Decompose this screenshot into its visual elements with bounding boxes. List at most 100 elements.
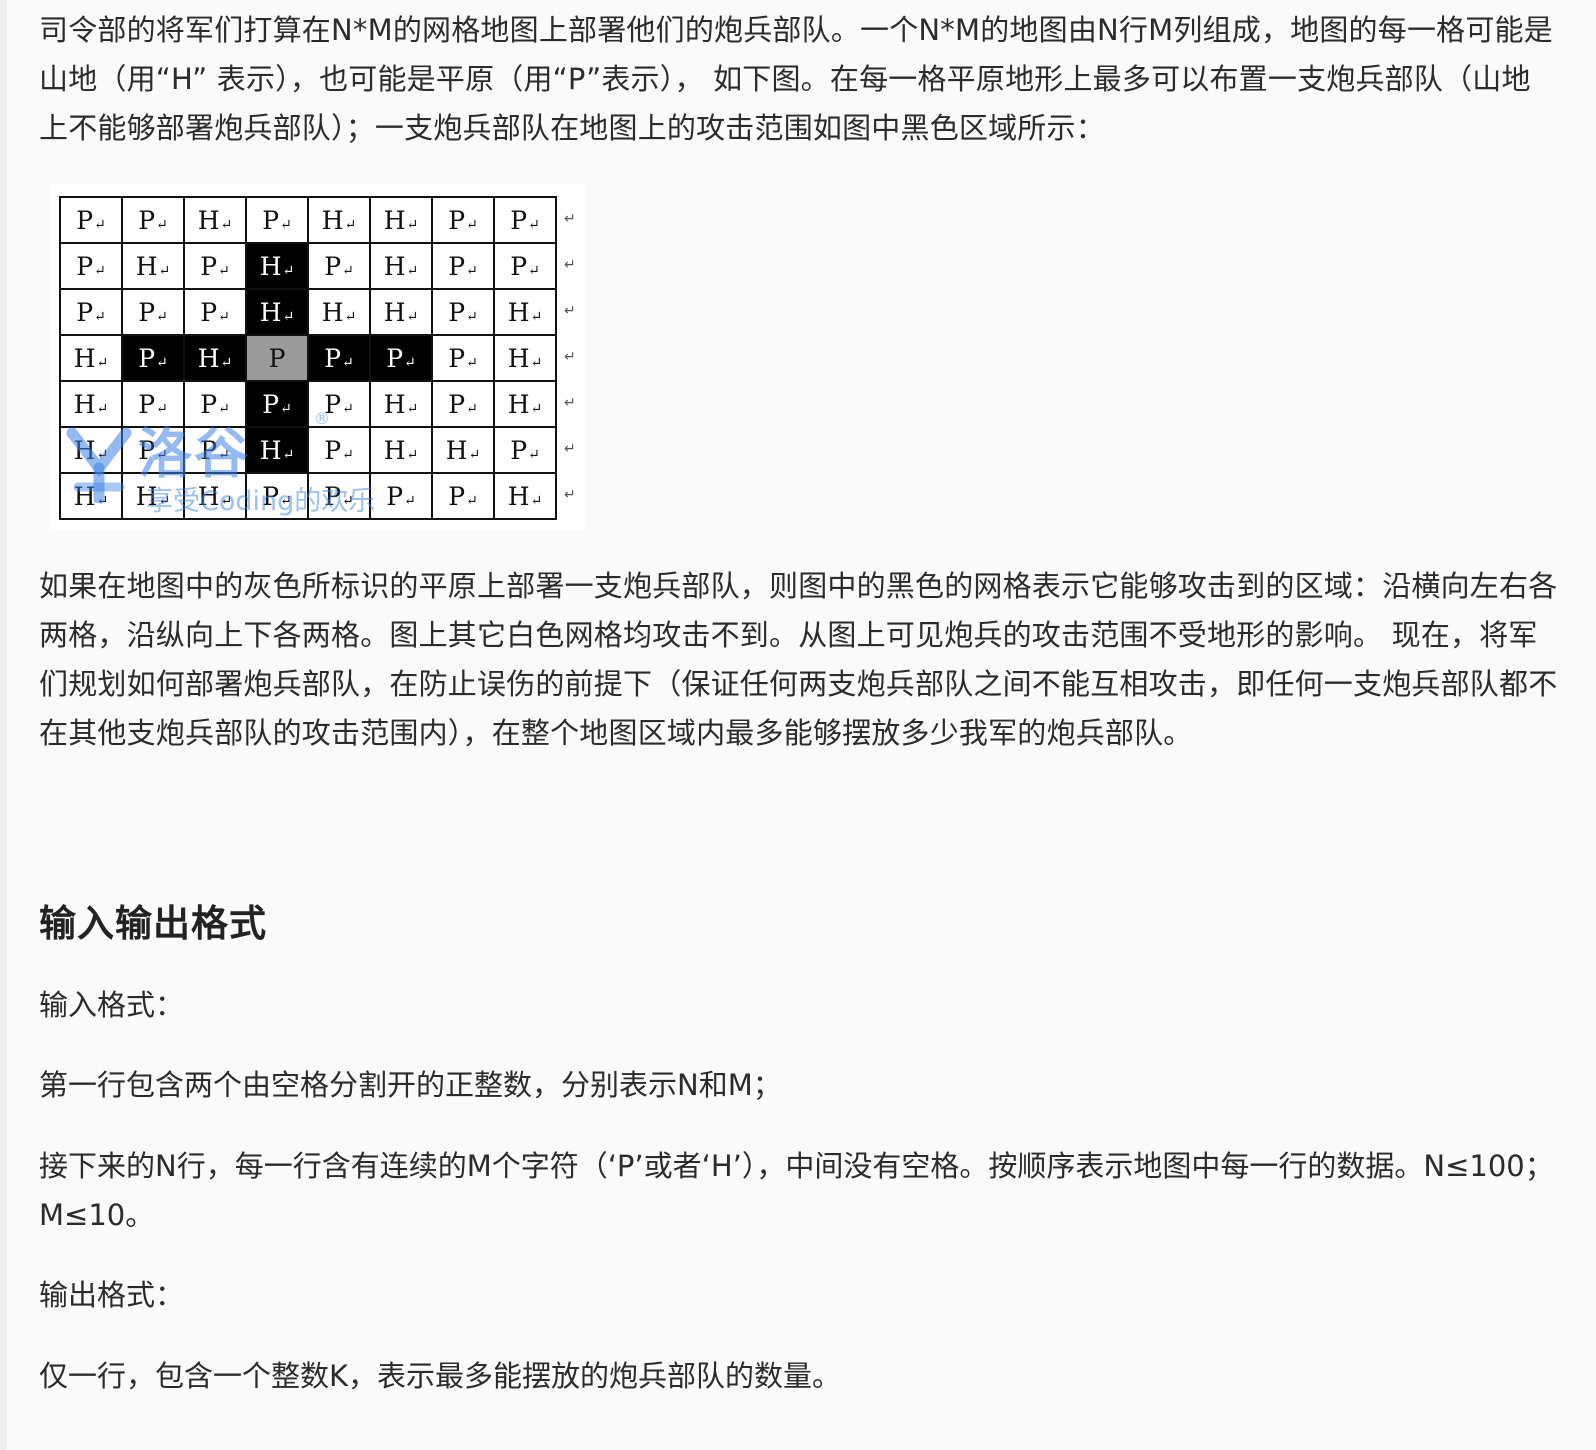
grid-cell: H↵: [431, 426, 495, 474]
grid-cell: H↵: [307, 288, 371, 336]
problem-description: 司令部的将军们打算在N*M的网格地图上部署他们的炮兵部队。一个N*M的地图由N行…: [39, 6, 1559, 153]
cell-terrain-letter: H: [135, 481, 158, 511]
grid-cell: P↵: [183, 380, 247, 428]
return-mark-icon: ↵: [156, 400, 168, 417]
return-mark-icon: ↵: [218, 262, 230, 279]
grid-cell: H↵: [121, 242, 185, 290]
cell-terrain-letter: P: [76, 297, 94, 327]
return-mark-icon: ↵: [218, 446, 230, 463]
grid-cell: P↵: [121, 380, 185, 428]
grid-cell-attack-range: H↵: [183, 334, 247, 382]
grid-cell: P↵: [493, 426, 557, 474]
return-mark-icon: ↵: [156, 354, 168, 371]
cell-terrain-letter: H: [197, 343, 220, 373]
grid-cell: P↵: [121, 288, 185, 336]
grid-cell: P↵: [245, 196, 309, 244]
grid-cell: P↵: [493, 196, 557, 244]
grid-cell: P↵: [431, 288, 495, 336]
row-return-mark-icon: ↵: [564, 257, 576, 273]
cell-terrain-letter: P: [138, 297, 156, 327]
grid-cell-attack-range: H↵: [245, 288, 309, 336]
grid-cell: P↵: [59, 196, 123, 244]
cell-terrain-letter: P: [324, 481, 342, 511]
return-mark-icon: ↵: [280, 216, 292, 233]
grid-cell: P↵: [307, 380, 371, 428]
return-mark-icon: ↵: [406, 216, 419, 233]
return-mark-icon: ↵: [94, 262, 106, 279]
return-mark-icon: ↵: [344, 308, 357, 325]
return-mark-icon: ↵: [466, 354, 478, 371]
output-format-label: 输出格式：: [39, 1278, 185, 1312]
cell-terrain-letter: P: [510, 435, 528, 465]
cell-terrain-letter: P: [448, 343, 466, 373]
grid-cell-attack-range: P↵: [121, 334, 185, 382]
return-mark-icon: ↵: [342, 354, 354, 371]
return-mark-icon: ↵: [406, 308, 419, 325]
grid-cell: P↵: [431, 380, 495, 428]
grid-cell: H↵: [493, 472, 557, 520]
return-mark-icon: ↵: [530, 308, 543, 325]
grid-cell: H↵: [59, 426, 123, 474]
return-mark-icon: ↵: [96, 400, 109, 417]
grid-cell: H↵: [59, 334, 123, 382]
cell-terrain-letter: P: [200, 251, 218, 281]
return-mark-icon: ↵: [282, 446, 295, 463]
terrain-grid: P↵ P↵ H↵ P↵ H↵ H↵ P↵ P↵ P↵ H↵ P↵ H↵ P↵ H↵ P↵ P↵ P↵ P↵ P↵ H↵…: [59, 196, 557, 520]
cell-terrain-letter: H: [507, 343, 530, 373]
cell-terrain-letter: P: [448, 297, 466, 327]
row-return-mark-icon: ↵: [564, 395, 576, 411]
return-mark-icon: ↵: [404, 492, 416, 509]
output-line-1: 仅一行，包含一个整数K，表示最多能摆放的炮兵部队的数量。: [39, 1359, 842, 1393]
grid-cell: P↵: [121, 196, 185, 244]
return-mark-icon: ↵: [158, 492, 171, 509]
io-format-heading: 输入输出格式: [39, 902, 267, 945]
cell-terrain-letter: P: [138, 343, 156, 373]
problem-page: 司令部的将军们打算在N*M的网格地图上部署他们的炮兵部队。一个N*M的地图由N行…: [7, 0, 1596, 1450]
grid-cell: H↵: [59, 472, 123, 520]
return-mark-icon: ↵: [466, 216, 478, 233]
return-mark-icon: ↵: [220, 216, 233, 233]
grid-cell: H↵: [369, 426, 433, 474]
cell-terrain-letter: H: [259, 251, 282, 281]
return-mark-icon: ↵: [158, 262, 171, 279]
row-return-mark-icon: ↵: [564, 211, 576, 227]
grid-cell-artillery: P: [245, 334, 309, 382]
cell-terrain-letter: P: [386, 481, 404, 511]
return-mark-icon: ↵: [220, 354, 233, 371]
return-mark-icon: ↵: [342, 492, 354, 509]
cell-terrain-letter: H: [73, 343, 96, 373]
grid-cell: H↵: [59, 380, 123, 428]
grid-row: H↵ H↵ H↵ P↵ P↵ P↵ P↵ H↵: [59, 472, 557, 520]
grid-cell: P↵: [183, 288, 247, 336]
grid-cell: P↵: [59, 242, 123, 290]
grid-cell-attack-range: P↵: [245, 380, 309, 428]
grid-row: P↵ P↵ H↵ P↵ H↵ H↵ P↵ P↵: [59, 196, 557, 244]
cell-terrain-letter: P: [76, 205, 94, 235]
grid-cell-attack-range: P↵: [307, 334, 371, 382]
return-mark-icon: ↵: [220, 492, 233, 509]
cell-terrain-letter: H: [507, 297, 530, 327]
grid-cell: H↵: [307, 196, 371, 244]
cell-terrain-letter: P: [268, 343, 286, 373]
grid-cell: P↵: [121, 426, 185, 474]
cell-terrain-letter: P: [200, 435, 218, 465]
grid-cell: H↵: [183, 472, 247, 520]
return-mark-icon: ↵: [528, 446, 540, 463]
cell-terrain-letter: P: [448, 389, 466, 419]
cell-terrain-letter: P: [138, 205, 156, 235]
grid-cell: H↵: [369, 380, 433, 428]
cell-terrain-letter: H: [73, 481, 96, 511]
return-mark-icon: ↵: [282, 262, 295, 279]
return-mark-icon: ↵: [468, 446, 481, 463]
return-mark-icon: ↵: [530, 492, 543, 509]
grid-cell: H↵: [369, 242, 433, 290]
cell-terrain-letter: H: [259, 435, 282, 465]
cell-terrain-letter: H: [321, 205, 344, 235]
grid-cell: H↵: [493, 380, 557, 428]
return-mark-icon: ↵: [406, 446, 419, 463]
grid-cell: P↵: [183, 242, 247, 290]
grid-cell: H↵: [121, 472, 185, 520]
grid-cell: P↵: [431, 242, 495, 290]
return-mark-icon: ↵: [96, 492, 109, 509]
explanation-block: 如果在地图中的灰色所标识的平原上部署一支炮兵部队，则图中的黑色的网格表示它能够攻…: [39, 562, 1559, 758]
